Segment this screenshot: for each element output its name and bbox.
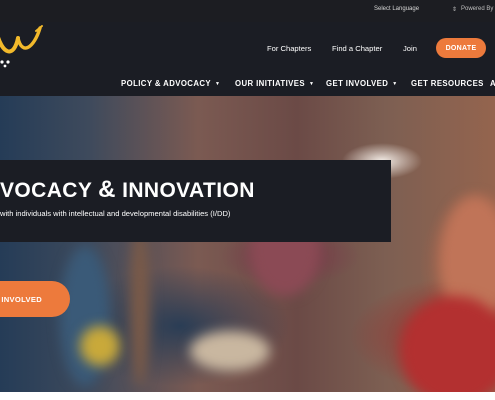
for-chapters-link[interactable]: For Chapters [267,44,311,53]
hero-headline-card: VOCACY & INNOVATION with individuals wit… [0,160,391,242]
hero-banner: VOCACY & INNOVATION with individuals wit… [0,96,495,392]
language-selector[interactable]: Select Language [374,6,419,12]
hero-title: VOCACY & INNOVATION [0,176,255,204]
nav-item-get-involved[interactable]: GET INVOLVED ▼ [326,79,398,88]
nav-item-label: OUR INITIATIVES [235,79,305,88]
hero-subtitle: with individuals with intellectual and d… [0,209,231,218]
hero-photo-detail [190,331,270,371]
brand-logo-icon[interactable] [0,22,48,72]
site-header: For Chapters Find a Chapter Join DONATE … [0,22,495,96]
hero-photo-detail [400,296,495,392]
hero-title-part: VOCACY [0,179,99,202]
chevron-down-icon: ▼ [214,81,221,87]
find-a-chapter-link[interactable]: Find a Chapter [332,44,382,53]
hero-photo-detail [80,326,120,366]
nav-item-label: POLICY & ADVOCACY [121,79,211,88]
get-involved-button[interactable]: INVOLVED [0,281,70,317]
hero-title-part: INNOVATION [115,179,255,202]
nav-item-get-resources[interactable]: GET RESOURCES [411,79,484,88]
join-link[interactable]: Join [403,44,417,53]
nav-item-policy-advocacy[interactable]: POLICY & ADVOCACY ▼ [121,79,220,88]
chevron-down-icon: ▼ [392,81,398,87]
nav-item-truncated[interactable]: A [490,79,495,88]
nav-item-label: GET INVOLVED [326,79,389,88]
language-dropdown-icon[interactable]: ⇕ [452,6,457,13]
hero-title-ampersand: & [98,176,116,203]
powered-by-label: Powered By [461,6,494,12]
chevron-down-icon: ▼ [308,81,315,87]
donate-button[interactable]: DONATE [436,38,486,58]
top-utility-bar: Select Language ⇕ Powered By [0,0,495,22]
nav-item-our-initiatives[interactable]: OUR INITIATIVES ▼ [235,79,314,88]
hero-photo-detail [130,226,150,386]
